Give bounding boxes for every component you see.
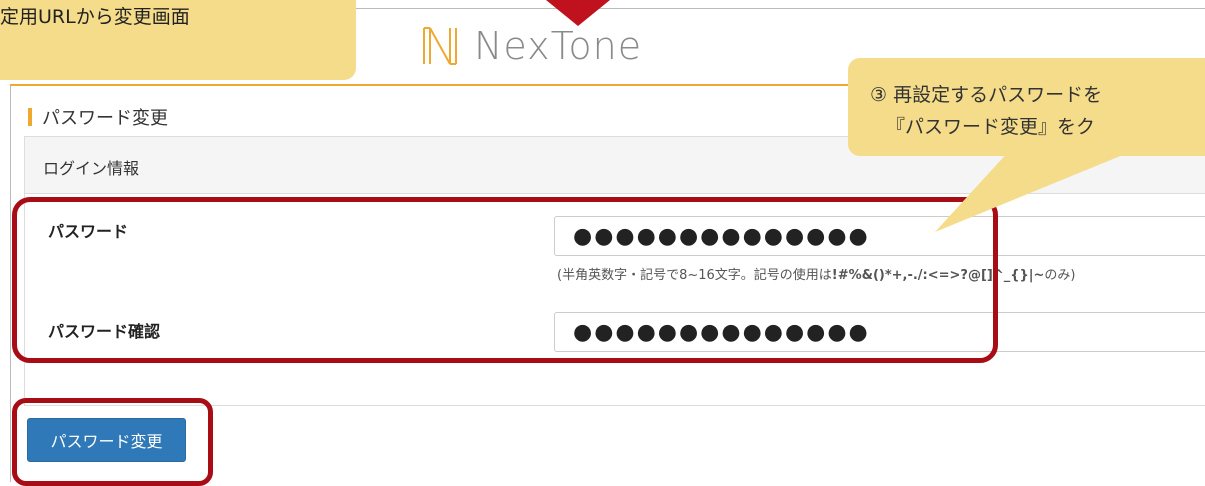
right-callout-line1: ③ 再設定するパスワードを	[870, 84, 1103, 106]
nextone-logo-icon	[423, 27, 457, 65]
right-callout-line2: 『パスワード変更』をク	[886, 116, 1096, 138]
page-frame: NexTone パスワード変更 ログイン情報 パスワード ●●●●●●●●●●●…	[0, 0, 1205, 486]
down-arrow-indicator	[546, 0, 610, 26]
top-divider	[355, 8, 1205, 9]
right-callout: ③ 再設定するパスワードを 『パスワード変更』をク	[848, 58, 1205, 156]
page-title-text: パスワード変更	[42, 108, 168, 129]
panel-heading-text: ログイン情報	[43, 159, 140, 178]
fields-highlight-box	[12, 197, 998, 363]
left-callout-text: 定用URLから変更画面	[0, 6, 190, 28]
left-border	[10, 84, 11, 482]
password-help-suffix: のみ)	[1044, 268, 1076, 283]
button-highlight-box	[12, 398, 213, 486]
title-accent-bar	[28, 108, 32, 126]
page-title: パスワード変更	[28, 104, 168, 130]
left-callout: 定用URLから変更画面	[0, 0, 356, 80]
logo-wordmark: NexTone	[474, 24, 643, 68]
nextone-logo: NexTone	[420, 24, 642, 68]
